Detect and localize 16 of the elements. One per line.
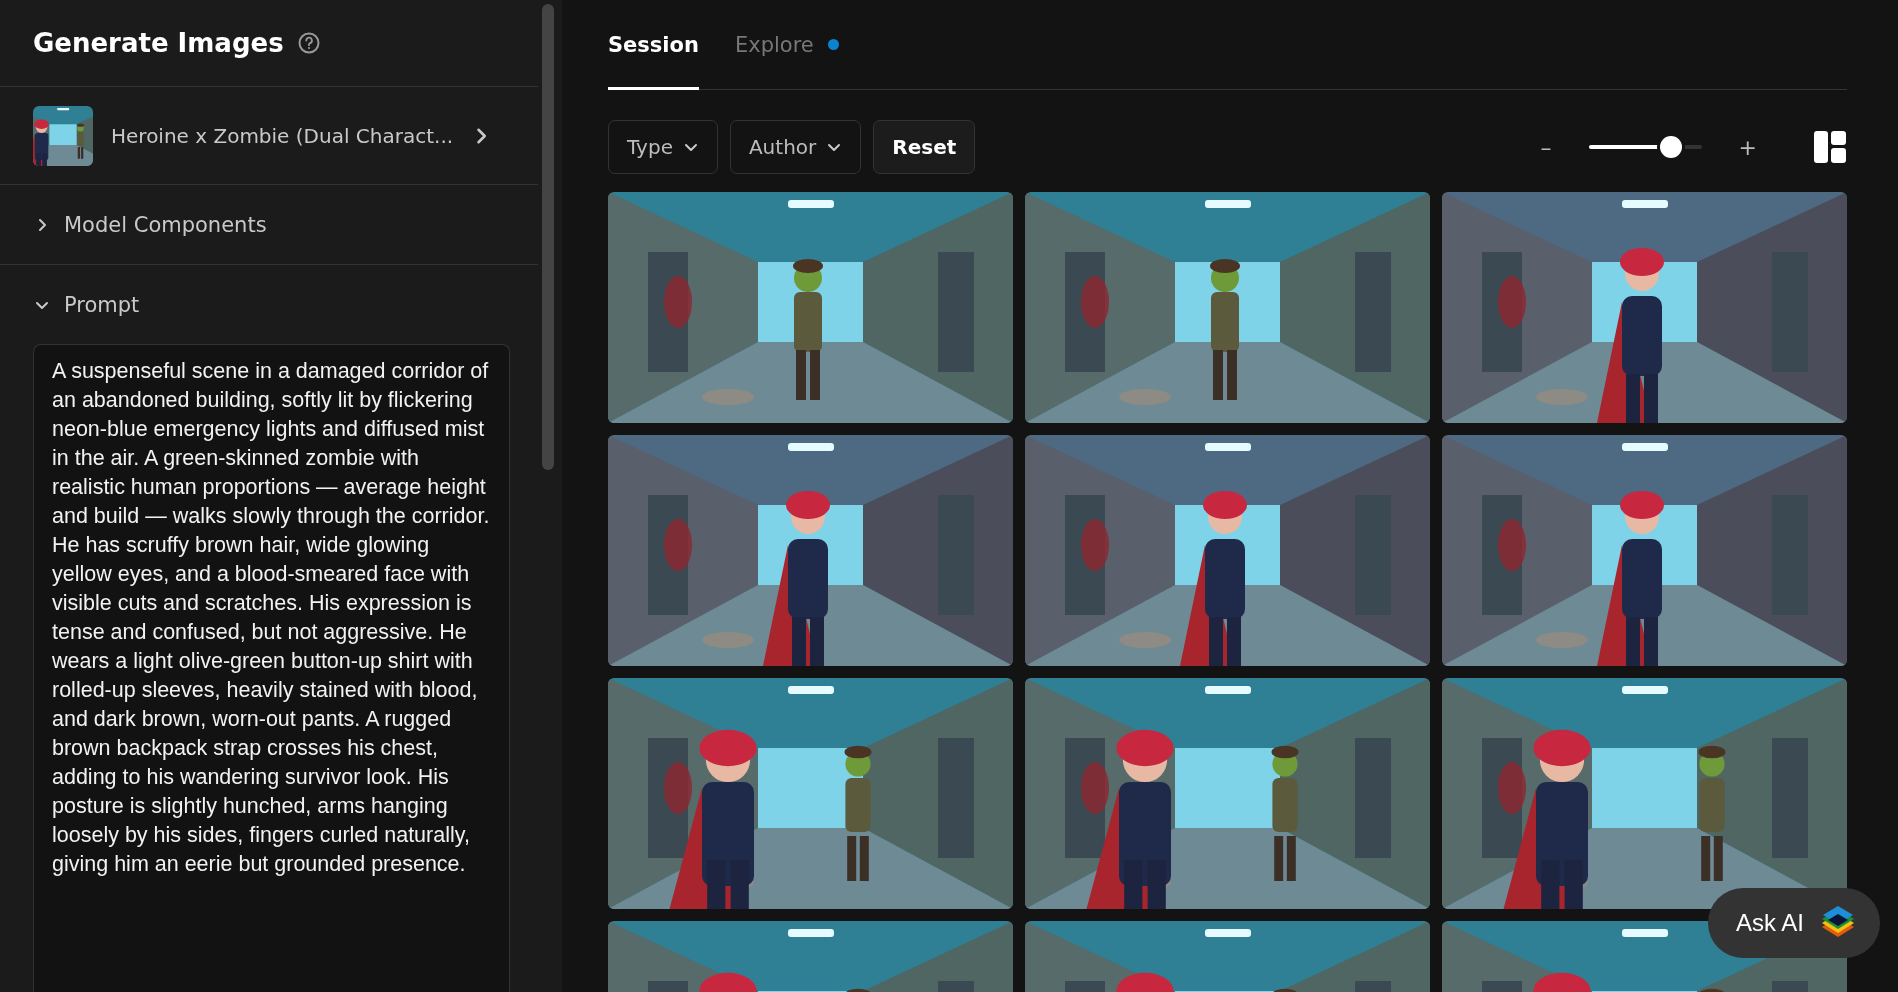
section-header[interactable]: Prompt: [0, 265, 538, 344]
filter-dropdown[interactable]: Type: [608, 120, 718, 174]
layout-icon[interactable]: [1813, 130, 1847, 164]
page-title: Generate Images: [33, 28, 284, 58]
zoom-out-button[interactable]: –: [1532, 134, 1560, 160]
tab[interactable]: Explore: [734, 28, 839, 90]
prompt-field[interactable]: A suspenseful scene in a damaged corridor of an abandoned building, softly lit by flickering neon-blue emergency lights and diffused mist in the air. A green-skinned zombie with realistic human proportions — average height and build — walks slowly through the corridor. He has scruffy brown hair, wide glowing yellow eyes, and a blood-smeared face with visible cuts and scratches. His expression is tense and confused, but not aggressive. He wears a light olive-green button-up shirt with rolled-up sleeves, heavily stained with blood, and dark brown, worn-out pants. A rugged brown backpack strap crosses his chest, adding to his wandering survivor look. His posture is slightly hunched, arms hanging loosely by his sides, fingers curled naturally, giving him an eerie but grounded presence.: [33, 344, 510, 992]
zoom-in-button[interactable]: +: [1730, 134, 1765, 160]
filter-dropdown[interactable]: Author: [729, 120, 862, 174]
ask-ai-button[interactable]: Ask AI: [1707, 888, 1880, 958]
tab[interactable]: Session: [608, 28, 699, 90]
help-icon[interactable]: [297, 32, 320, 54]
scrollbar-thumb[interactable]: [542, 4, 554, 470]
slider-thumb[interactable]: [1660, 136, 1683, 158]
model-selector[interactable]: Heroine x Zombie (Dual Charact...: [0, 87, 538, 185]
reset-button[interactable]: Reset: [873, 120, 976, 174]
